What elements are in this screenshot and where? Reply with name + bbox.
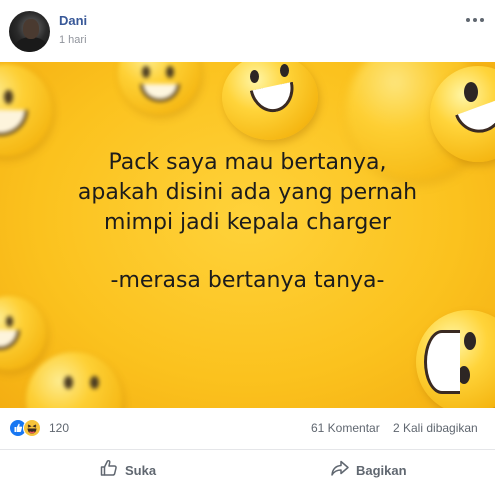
post-actions: Suka Bagikan	[0, 450, 495, 489]
emoji-decoration	[222, 62, 318, 140]
avatar[interactable]	[9, 11, 50, 52]
share-button[interactable]: Bagikan	[330, 456, 407, 484]
share-arrow-icon	[330, 458, 350, 483]
post-timestamp[interactable]: 1 hari	[59, 34, 87, 46]
emoji-decoration	[0, 296, 46, 370]
share-count[interactable]: 2 Kali dibagikan	[393, 421, 478, 435]
comment-count[interactable]: 61 Komentar	[311, 421, 380, 435]
thumbs-up-icon	[99, 458, 119, 483]
caption-line-1: Pack saya mau bertanya,	[108, 150, 387, 175]
share-label: Bagikan	[356, 462, 407, 478]
like-button[interactable]: Suka	[99, 456, 156, 484]
emoji-decoration	[0, 64, 52, 156]
caption-line-2: apakah disini ada yang pernah	[77, 180, 418, 205]
like-label: Suka	[125, 462, 157, 478]
post-image[interactable]: Pack saya mau bertanya, apakah disini ad…	[0, 62, 495, 408]
emoji-decoration	[26, 352, 122, 408]
caption-line-3: mimpi jadi kepala charger	[104, 210, 391, 235]
reaction-icons[interactable]	[9, 419, 49, 439]
haha-icon	[23, 419, 41, 437]
emoji-decoration	[416, 310, 495, 408]
emoji-decoration	[118, 62, 200, 114]
post-header: Dani 1 hari	[0, 0, 495, 62]
author-name[interactable]: Dani	[59, 13, 87, 28]
post-stats: 120 61 Komentar 2 Kali dibagikan	[0, 408, 495, 450]
more-options-icon[interactable]	[465, 10, 485, 24]
image-caption: Pack saya mau bertanya, apakah disini ad…	[0, 148, 495, 296]
post-card: Dani 1 hari Pack saya mau bertanya, apak…	[0, 0, 495, 489]
caption-footer-line: -merasa bertanya tanya-	[110, 268, 385, 293]
reaction-count[interactable]: 120	[49, 421, 69, 435]
